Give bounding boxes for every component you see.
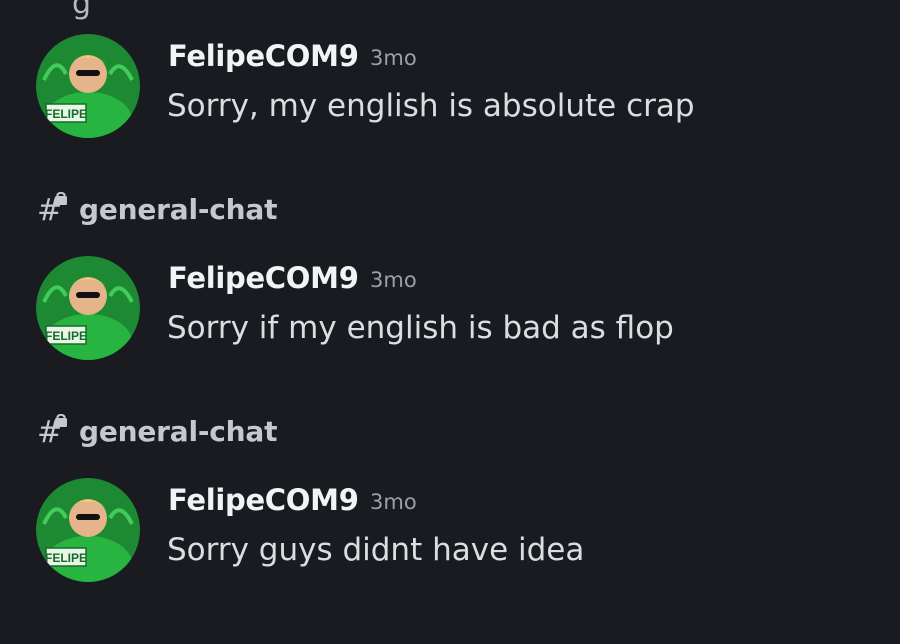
message-text: Sorry guys didnt have idea — [167, 532, 585, 568]
username[interactable]: FelipeCOM9 — [168, 483, 359, 517]
message-text: Sorry if my english is bad as flop — [167, 310, 674, 346]
message-text: Sorry, my english is absolute crap — [167, 88, 695, 124]
channel-name: general-chat — [79, 192, 278, 226]
locked-text-channel-icon: # — [37, 414, 67, 448]
timestamp: 3mo — [370, 490, 417, 514]
channel-name: general-chat — [79, 414, 278, 448]
username[interactable]: FelipeCOM9 — [168, 39, 359, 73]
avatar-sign-text: FELIPE — [45, 551, 87, 565]
locked-text-channel-icon: # — [37, 192, 67, 226]
user-avatar[interactable]: FELIPE — [36, 34, 140, 138]
avatar-sign-text: FELIPE — [45, 329, 87, 343]
timestamp: 3mo — [370, 46, 417, 70]
user-avatar[interactable]: FELIPE — [36, 478, 140, 582]
user-avatar[interactable]: FELIPE — [36, 256, 140, 360]
username[interactable]: FelipeCOM9 — [168, 261, 359, 295]
avatar-sign-text: FELIPE — [45, 107, 87, 121]
search-result-1[interactable]: FELIPE FelipeCOM9 3mo Sorry, my english … — [0, 0, 900, 200]
timestamp: 3mo — [370, 268, 417, 292]
search-result-2[interactable]: FELIPE FelipeCOM9 3mo Sorry if my englis… — [0, 222, 900, 422]
search-result-3[interactable]: FELIPE FelipeCOM9 3mo Sorry guys didnt h… — [0, 444, 900, 644]
